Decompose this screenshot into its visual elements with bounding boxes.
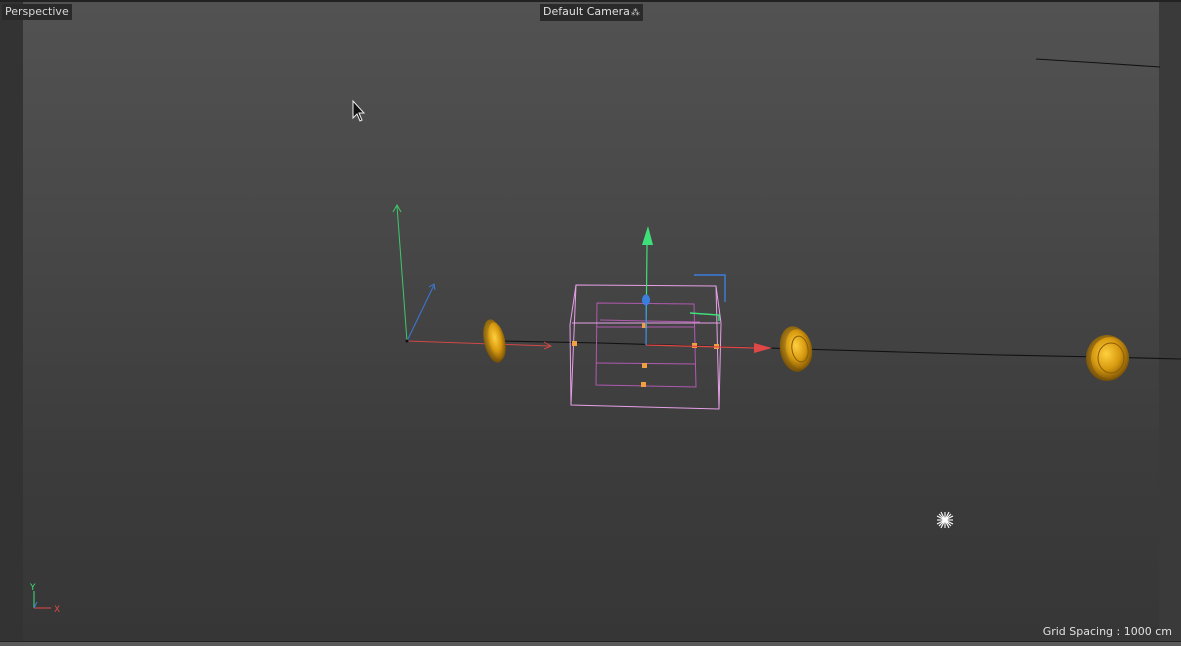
coin-object-left[interactable]: [480, 317, 509, 364]
z-axis-handle: [642, 294, 650, 306]
spline-path[interactable]: [499, 58, 1181, 360]
light-icon[interactable]: [936, 511, 954, 529]
mouse-cursor-icon: [352, 99, 366, 122]
axis-y-label: Y: [29, 583, 36, 593]
view-name-label: Perspective: [2, 4, 72, 20]
viewport-bottom-border: [0, 641, 1181, 646]
null-object-axes[interactable]: [392, 203, 553, 350]
world-axis-indicator: Y X: [29, 583, 60, 615]
coin-object-center[interactable]: [776, 324, 815, 375]
x-axis-arrow: [754, 343, 772, 353]
y-axis-arrow: [642, 226, 653, 245]
3d-viewport[interactable]: Y X Perspective Default Camera⁂ Grid Spa…: [0, 0, 1181, 646]
move-gizmo[interactable]: [642, 226, 772, 353]
coin-object-right[interactable]: [1086, 335, 1129, 381]
camera-name: Default Camera: [543, 5, 630, 18]
camera-options-icon[interactable]: ⁂: [631, 8, 640, 18]
grid-spacing-readout: Grid Spacing : 1000 cm: [1042, 625, 1172, 638]
scene-canvas[interactable]: Y X: [0, 0, 1181, 646]
xz-plane-handle: [694, 274, 726, 302]
camera-selector[interactable]: Default Camera⁂: [540, 4, 643, 21]
axis-x-label: X: [54, 605, 60, 615]
